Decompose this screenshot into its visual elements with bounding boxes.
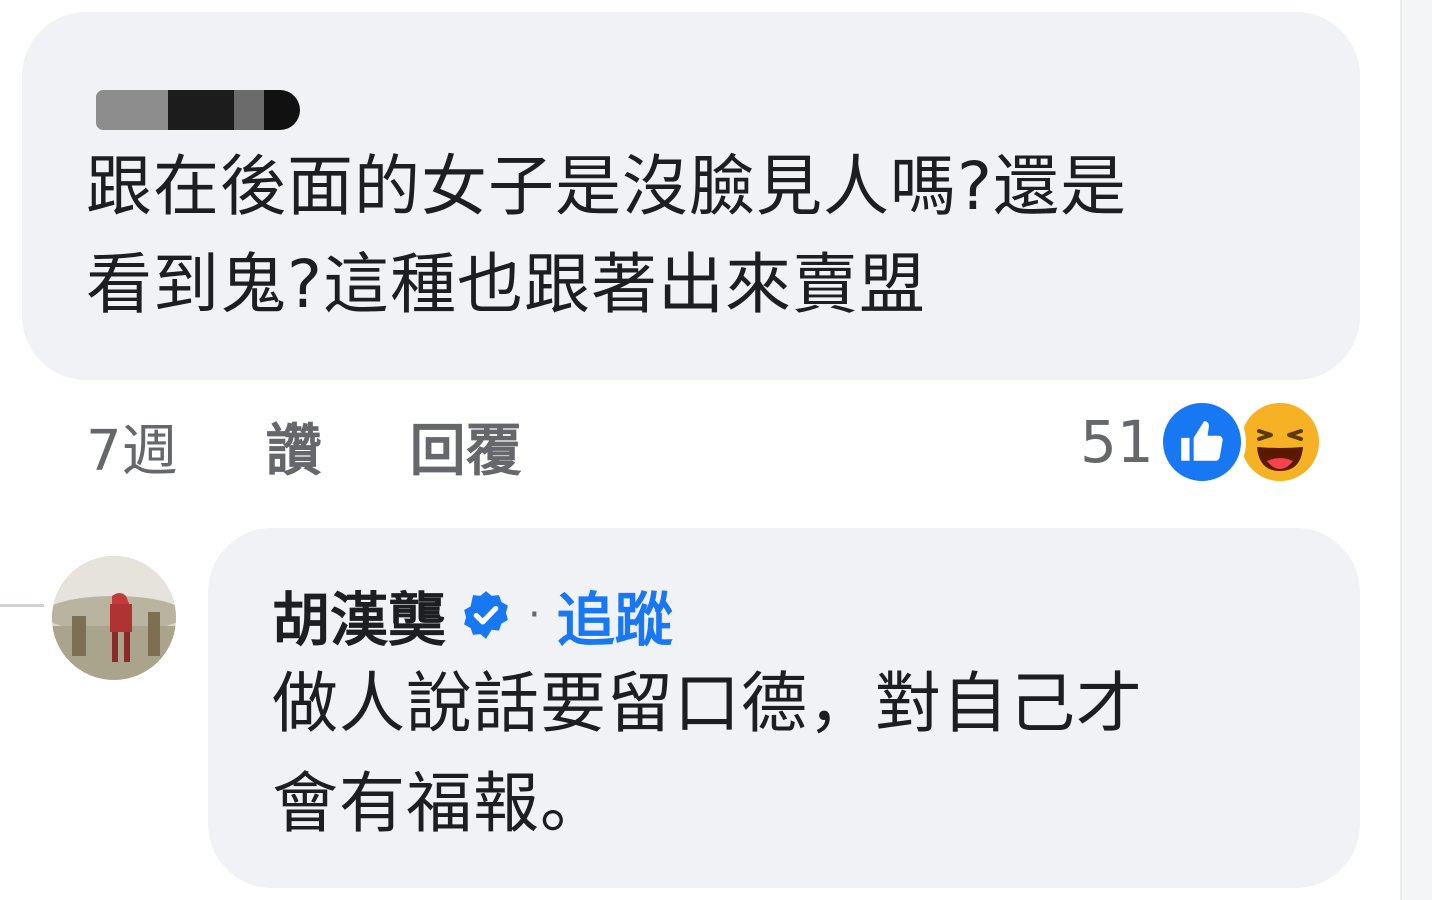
reaction-summary[interactable]: 51 [1080, 392, 1324, 492]
like-button[interactable]: 讚 [266, 406, 322, 487]
comment-text: 跟在後面的女子是沒臉見人嗎?還是 看到鬼?這種也跟著出來賣盟 [86, 148, 1128, 323]
reply-author-name[interactable]: 胡漢龑 [272, 573, 446, 657]
verified-badge-icon [460, 589, 512, 641]
follow-button[interactable]: 追蹤 [557, 573, 673, 657]
comment-thread: 跟在後面的女子是沒臉見人嗎?還是 看到鬼?這種也跟著出來賣盟 7週 讚 回覆 5… [0, 0, 1432, 900]
reply-header: 胡漢龑 · 追蹤 [272, 580, 673, 654]
comment-timestamp[interactable]: 7週 [86, 406, 178, 487]
like-reaction-icon [1157, 398, 1246, 486]
reply-text: 做人說話要留口德，對自己才 會有福報。 [272, 665, 1143, 842]
separator-dot: · [528, 592, 541, 638]
redacted-author-name [96, 90, 300, 130]
avatar[interactable] [52, 556, 176, 680]
scrollbar-track[interactable] [1400, 0, 1432, 900]
comment-actions: 7週 讚 回覆 [86, 410, 522, 484]
haha-reaction-icon [1235, 398, 1324, 486]
reply-button[interactable]: 回覆 [410, 406, 522, 487]
thread-connector [0, 604, 44, 607]
reaction-count: 51 [1080, 408, 1154, 476]
